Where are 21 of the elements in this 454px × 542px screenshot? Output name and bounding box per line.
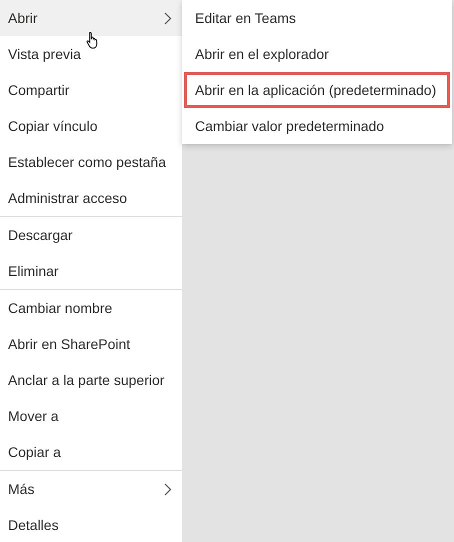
submenu-item[interactable]: Editar en Teams — [184, 0, 450, 36]
menu-item[interactable]: Detalles — [0, 507, 182, 542]
menu-item[interactable]: Abrir — [0, 0, 182, 36]
chevron-right-icon — [164, 12, 172, 24]
menu-item[interactable]: Copiar vínculo — [0, 108, 182, 144]
menu-item[interactable]: Establecer como pestaña — [0, 144, 182, 180]
chevron-right-icon — [164, 482, 172, 496]
menu-item[interactable]: Copiar a — [0, 434, 182, 470]
submenu-item[interactable]: Abrir en el explorador — [184, 36, 450, 72]
menu-item[interactable]: Cambiar nombre — [0, 290, 182, 326]
menu-item[interactable]: Mover a — [0, 398, 182, 434]
submenu-item[interactable]: Abrir en la aplicación (predeterminado) — [184, 72, 450, 108]
menu-item[interactable]: Vista previa — [0, 36, 182, 72]
menu-item[interactable]: Abrir en SharePoint — [0, 326, 182, 362]
menu-item[interactable]: Descargar — [0, 217, 182, 253]
submenu-item[interactable]: Cambiar valor predeterminado — [184, 108, 450, 144]
menu-item[interactable]: Anclar a la parte superior — [0, 362, 182, 398]
menu-item[interactable]: Eliminar — [0, 253, 182, 289]
menu-item[interactable]: Compartir — [0, 72, 182, 108]
menu-item[interactable]: Administrar acceso — [0, 180, 182, 216]
menu-item[interactable]: Más — [0, 471, 182, 507]
